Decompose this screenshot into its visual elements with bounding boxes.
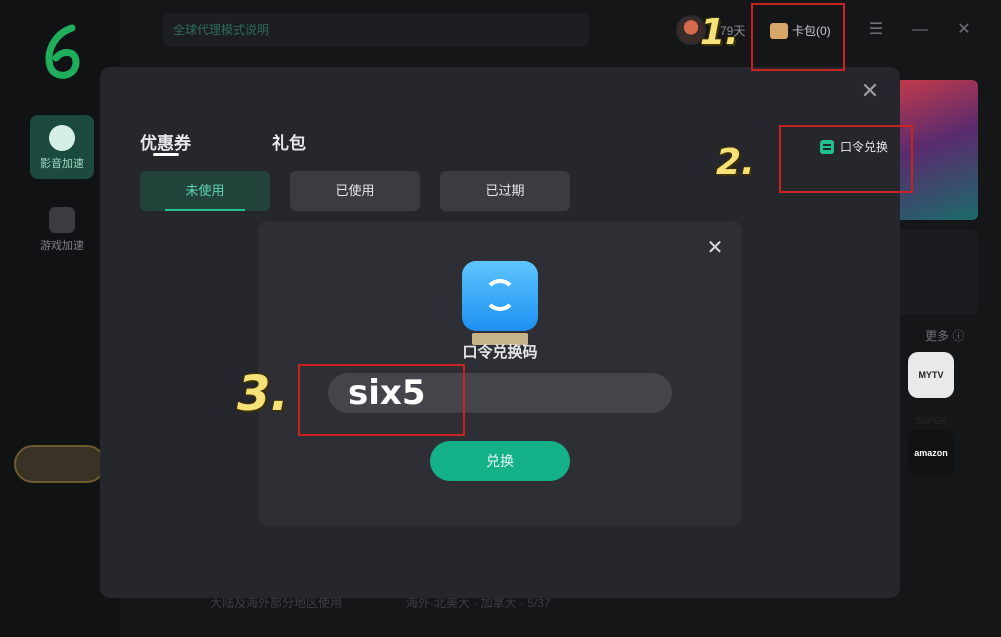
ticket-exchange-icon — [462, 261, 538, 331]
filter-expired-button[interactable]: 已过期 — [440, 171, 570, 211]
annotation-step-1: 1. — [700, 12, 739, 53]
dialog-title: 口令兑换码 — [462, 344, 538, 361]
right-card — [895, 230, 978, 315]
filter-used-button[interactable]: 已使用 — [290, 171, 420, 211]
annotation-box-2 — [779, 125, 913, 193]
more-link[interactable]: 更多 ⓘ — [925, 327, 964, 344]
app-logo-icon — [45, 24, 80, 79]
annotation-step-2: 2. — [716, 142, 755, 183]
sidebar-item-game[interactable]: 游戏加速 — [30, 197, 94, 261]
filter-unused-button[interactable]: 未使用 — [140, 171, 270, 211]
app-tile-label: amazon — [914, 448, 948, 458]
close-window-icon[interactable]: ✕ — [954, 20, 974, 40]
gamepad-icon — [49, 207, 75, 233]
sidebar-item-label: 游戏加速 — [40, 240, 84, 252]
sidebar-item-label: 影音加速 — [40, 158, 84, 170]
tab-underline — [153, 153, 179, 156]
global-proxy-notice[interactable]: 全球代理模式说明 — [163, 13, 589, 47]
notice-text: 全球代理模式说明 — [173, 23, 270, 37]
vip-button[interactable] — [14, 445, 106, 483]
sidebar-item-video[interactable]: 影音加速 — [30, 115, 94, 179]
play-icon — [49, 125, 75, 151]
app-tile-label: MYTV SUPER — [915, 370, 947, 426]
menu-icon[interactable]: ☰ — [866, 20, 886, 40]
close-icon[interactable]: ✕ — [703, 236, 727, 260]
app-tile-mytv[interactable]: MYTV SUPER — [908, 352, 954, 426]
more-label: 更多 — [925, 329, 950, 343]
annotation-box-3 — [298, 364, 465, 436]
annotation-step-3: 3. — [237, 366, 289, 422]
bottom-info: 大陆及海外部分地区使用 海外·北美大 · 加拿大 · 5/37 — [120, 596, 1000, 637]
close-icon[interactable]: ✕ — [858, 79, 882, 103]
minimize-icon[interactable]: — — [910, 20, 930, 40]
app-tile-amazon[interactable]: amazon — [908, 430, 954, 476]
tab-gifts[interactable]: 礼包 — [272, 129, 306, 154]
annotation-box-1 — [751, 3, 845, 71]
redeem-confirm-button[interactable]: 兑换 — [430, 441, 570, 481]
exchange-arrows-icon — [484, 279, 516, 311]
tab-coupons[interactable]: 优惠券 — [140, 129, 191, 154]
